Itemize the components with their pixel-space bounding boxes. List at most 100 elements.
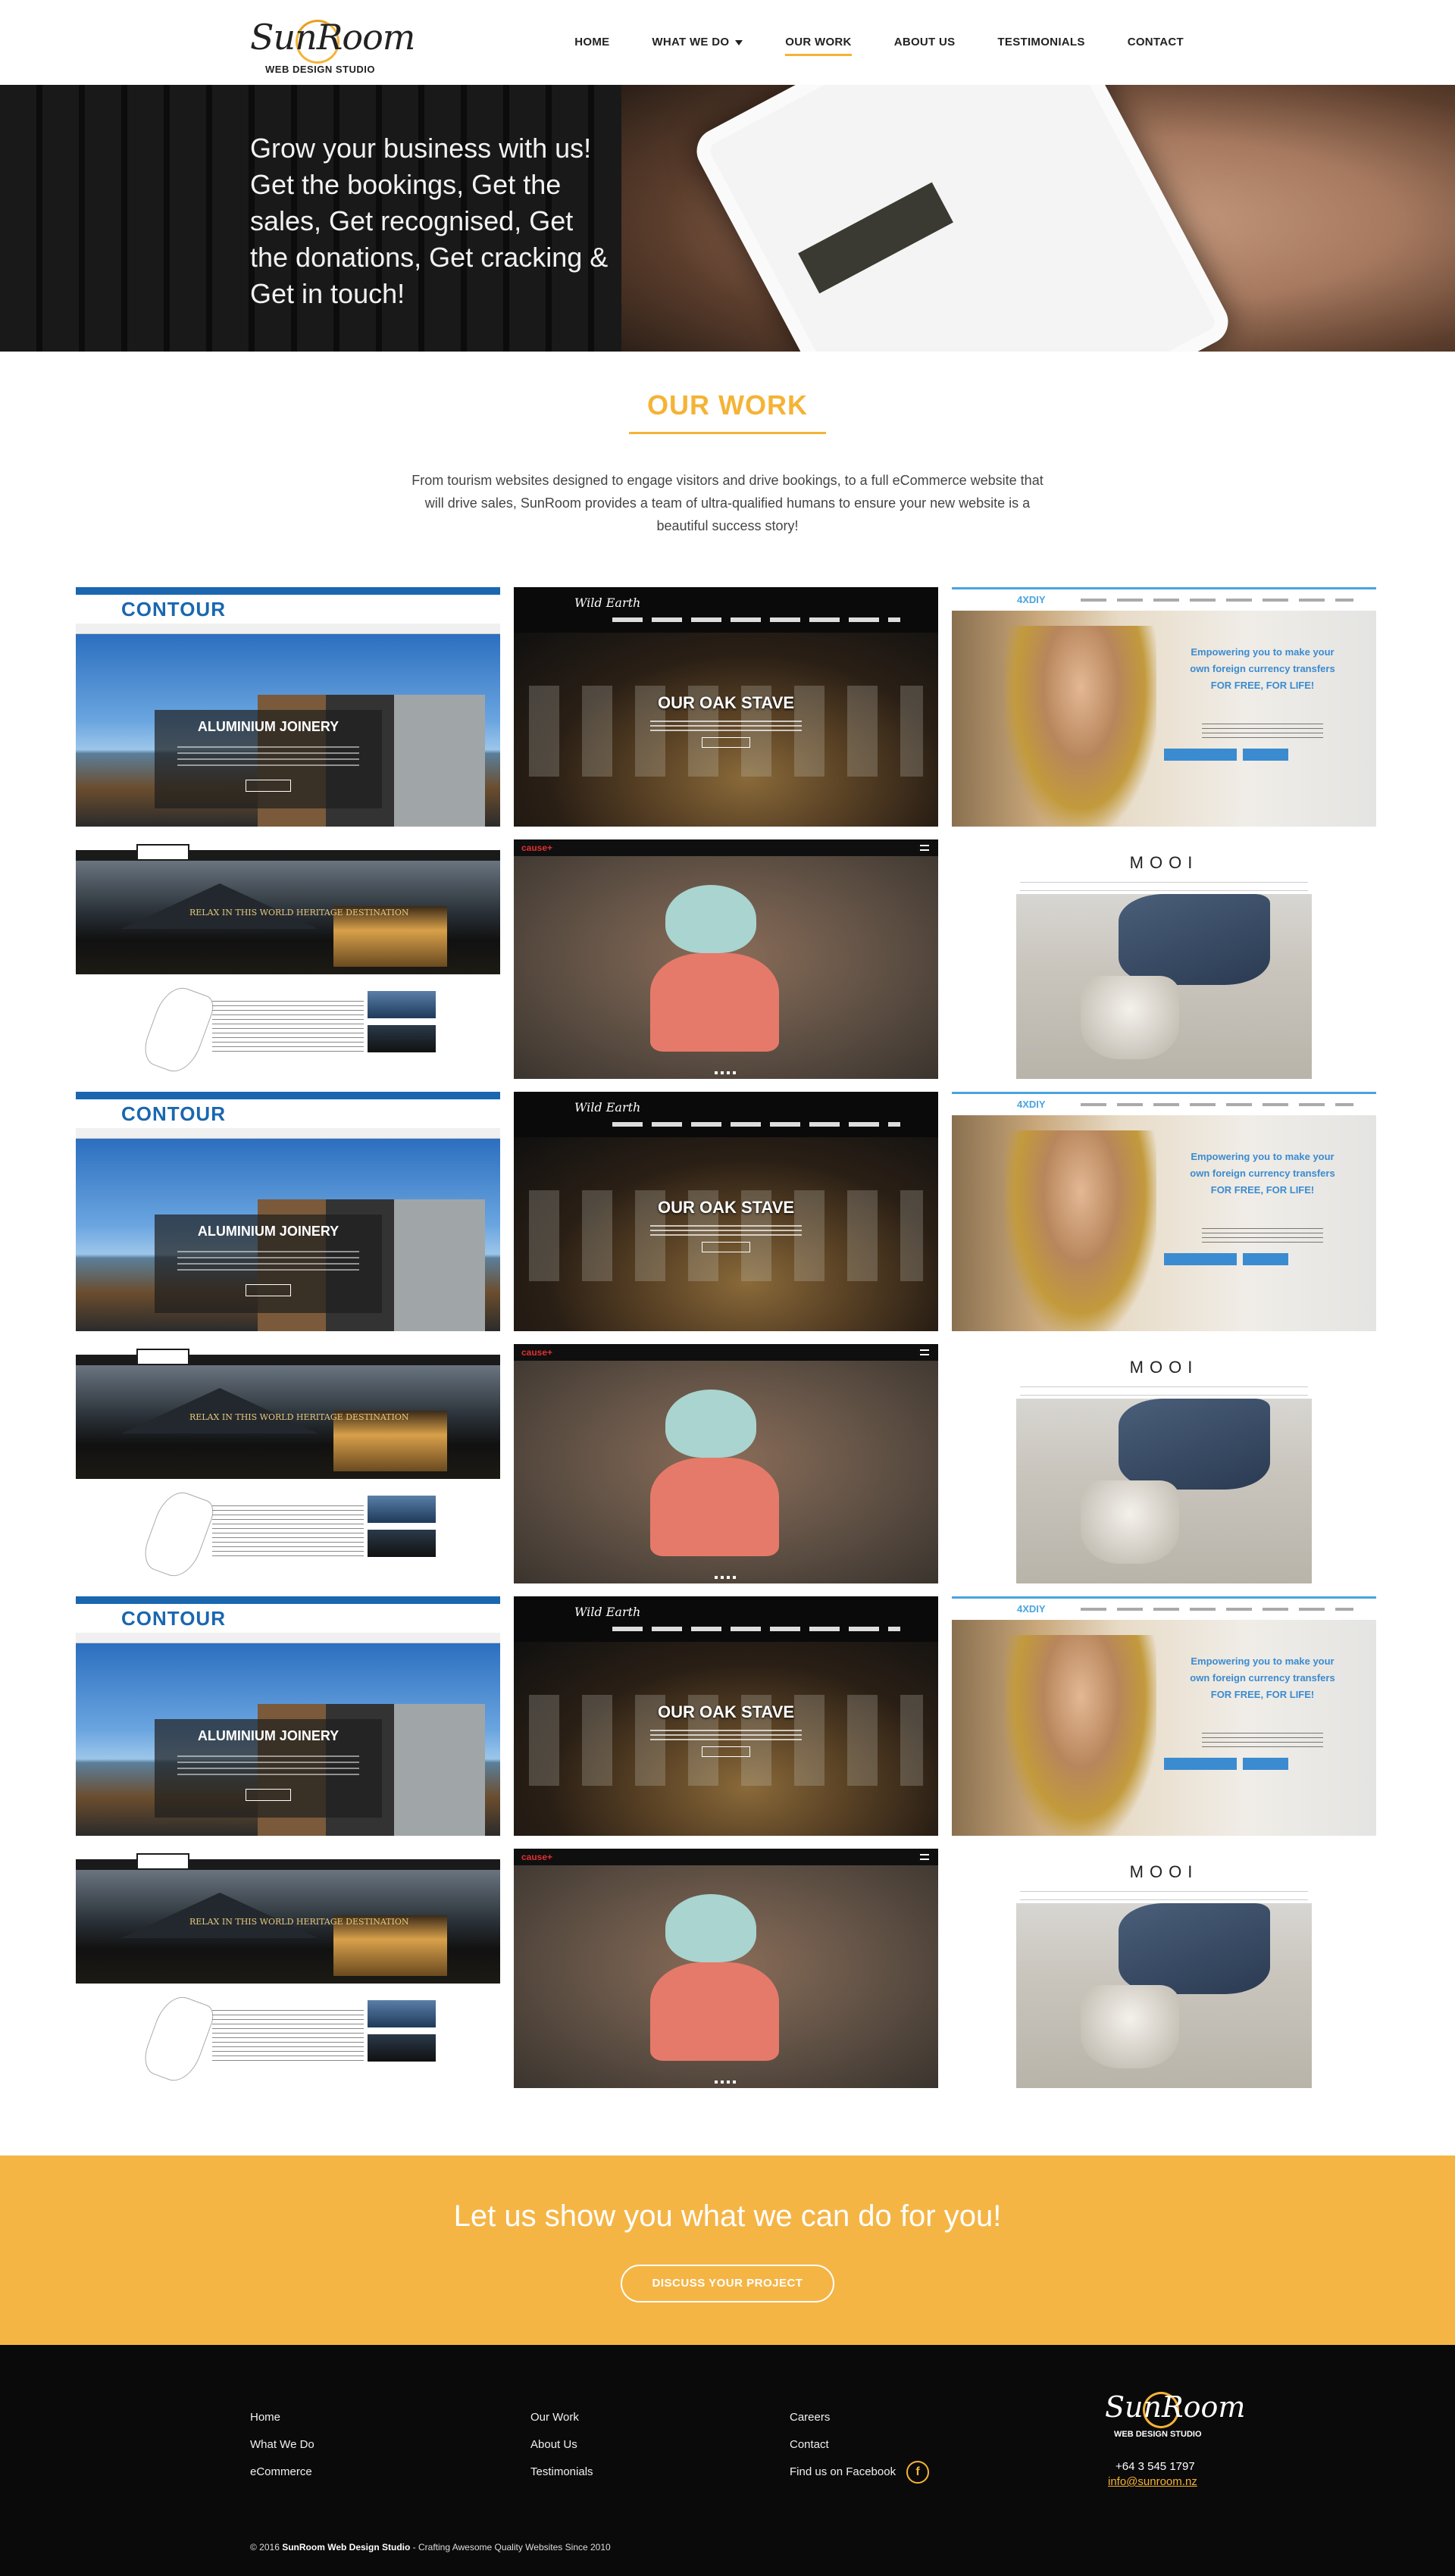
menu-icon: [920, 1349, 929, 1355]
portfolio-item-contour[interactable]: CONTOUR ALUMINIUM JOINERY: [76, 587, 500, 827]
wild-overlay-title: OUR OAK STAVE: [657, 1702, 795, 1721]
diy-button-2: [1243, 1253, 1288, 1265]
wild-menu: [612, 1627, 900, 1631]
diy-button-2: [1243, 749, 1288, 761]
portfolio-item-wild-earth[interactable]: Wild Earth OUR OAK STAVE: [514, 1092, 938, 1331]
wild-menu: [612, 1122, 900, 1127]
nav-home[interactable]: HOME: [553, 35, 630, 56]
footer-link-what-we-do[interactable]: What We Do: [250, 2431, 314, 2459]
copyright-brand: SunRoom Web Design Studio: [282, 2542, 411, 2553]
cause-helmet: [665, 885, 756, 953]
contour-topbar: [76, 587, 500, 595]
portfolio-item-contour[interactable]: CONTOUR ALUMINIUM JOINERY: [76, 1092, 500, 1331]
milford-mountain: [121, 1893, 318, 1938]
wild-header: [514, 587, 938, 633]
diy-button-1: [1164, 749, 1237, 761]
contour-overlay-title: ALUMINIUM JOINERY: [197, 719, 340, 734]
nav-contact[interactable]: CONTACT: [1106, 35, 1205, 56]
slider-dots: [715, 1576, 737, 1579]
milford-thumb-1: [368, 2000, 436, 2027]
cause-helmet: [665, 1894, 756, 1962]
footer-logo[interactable]: SunRoom WEB DESIGN STUDIO: [1099, 2387, 1245, 2451]
mooi-brand: MOOI: [1129, 1358, 1199, 1377]
nav-testimonials[interactable]: TESTIMONIALS: [976, 35, 1106, 56]
footer-link-our-work[interactable]: Our Work: [530, 2404, 593, 2431]
contour-overlay-button: [246, 1789, 291, 1801]
contour-overlay-text: [177, 743, 359, 766]
diy-overlay-text: [1202, 1224, 1323, 1243]
cause-brand: cause+: [521, 1852, 552, 1862]
nav-about-us[interactable]: ABOUT US: [873, 35, 977, 56]
footer-facebook-label: Find us on Facebook: [790, 2465, 896, 2478]
portfolio-item-wild-earth[interactable]: Wild Earth OUR OAK STAVE: [514, 1596, 938, 1836]
portfolio-item-mooi[interactable]: MOOI: [952, 1344, 1376, 1583]
portfolio-item-cause[interactable]: cause+: [514, 1849, 938, 2088]
milford-text: [212, 999, 364, 1052]
nav-what-we-do[interactable]: WHAT WE DO: [630, 35, 764, 56]
contour-brand: CONTOUR: [121, 1102, 226, 1125]
portfolio-item-milford[interactable]: RELAX IN THIS WORLD HERITAGE DESTINATION: [76, 1344, 500, 1583]
footer-link-about-us[interactable]: About Us: [530, 2431, 593, 2459]
diy-brand: 4XDIY: [1017, 1099, 1046, 1110]
logo-wordmark: SunRoom: [250, 17, 415, 58]
footer-link-contact[interactable]: Contact: [790, 2431, 929, 2459]
cause-helmet: [665, 1390, 756, 1458]
milford-photo: [76, 861, 500, 974]
cta-headline: Let us show you what we can do for you!: [453, 2199, 1002, 2233]
menu-icon: [920, 1854, 929, 1860]
mooi-menu: [1020, 1386, 1308, 1396]
sunroom-logo[interactable]: SunRoom WEB DESIGN STUDIO: [250, 13, 415, 80]
milford-logo-badge: [136, 1853, 189, 1870]
cta-banner: Let us show you what we can do for you! …: [0, 2156, 1455, 2345]
cause-jacket: [650, 953, 779, 1052]
milford-text: [212, 1503, 364, 1556]
portfolio-item-4xdiy[interactable]: 4XDIY Empowering you to make your own fo…: [952, 1092, 1376, 1331]
facebook-icon[interactable]: f: [906, 2461, 930, 2484]
portfolio-item-milford[interactable]: RELAX IN THIS WORLD HERITAGE DESTINATION: [76, 839, 500, 1079]
milford-photo: [76, 1870, 500, 1984]
mooi-menu: [1020, 1891, 1308, 1900]
wild-brand: Wild Earth: [574, 1100, 641, 1114]
portfolio-item-cause[interactable]: cause+: [514, 839, 938, 1079]
portfolio-item-cause[interactable]: cause+: [514, 1344, 938, 1583]
portfolio-item-4xdiy[interactable]: 4XDIY Empowering you to make your own fo…: [952, 1596, 1376, 1836]
footer-link-home[interactable]: Home: [250, 2404, 314, 2431]
diy-menu: [1081, 1103, 1353, 1106]
mooi-topbar: [952, 1849, 1376, 1859]
portfolio-item-wild-earth[interactable]: Wild Earth OUR OAK STAVE: [514, 587, 938, 827]
portfolio-item-mooi[interactable]: MOOI: [952, 1849, 1376, 2088]
wild-header: [514, 1596, 938, 1642]
milford-thumb-1: [368, 991, 436, 1018]
footer-phone: +64 3 545 1797: [1116, 2460, 1195, 2473]
portfolio-item-mooi[interactable]: MOOI: [952, 839, 1376, 1079]
portfolio-item-4xdiy[interactable]: 4XDIY Empowering you to make your own fo…: [952, 587, 1376, 827]
diy-overlay-title: Empowering you to make your own foreign …: [1190, 1151, 1335, 1196]
contour-overlay-title: ALUMINIUM JOINERY: [197, 1728, 340, 1743]
portfolio-item-contour[interactable]: CONTOUR ALUMINIUM JOINERY: [76, 1596, 500, 1836]
contour-menu: [76, 624, 500, 634]
contour-overlay: ALUMINIUM JOINERY: [155, 1215, 382, 1313]
footer-link-careers[interactable]: Careers: [790, 2404, 929, 2431]
hero-headline: Grow your business with us! Get the book…: [250, 133, 609, 309]
diy-photo: [952, 611, 1376, 827]
footer-link-ecommerce[interactable]: eCommerce: [250, 2459, 314, 2486]
mooi-brand: MOOI: [1129, 1862, 1199, 1881]
diy-woman: [1005, 626, 1156, 827]
milford-thumb-1: [368, 1496, 436, 1523]
footer-email-link[interactable]: info@sunroom.nz: [1108, 2475, 1197, 2488]
mooi-jeans: [1119, 1399, 1270, 1490]
contour-overlay-text: [177, 1248, 359, 1271]
portfolio-item-milford[interactable]: RELAX IN THIS WORLD HERITAGE DESTINATION: [76, 1849, 500, 2088]
cause-brand-a: cause: [521, 1852, 548, 1862]
diy-overlay-text: [1202, 1729, 1323, 1747]
milford-mountain: [121, 883, 318, 929]
footer-copyright: © 2016 SunRoom Web Design Studio - Craft…: [250, 2542, 611, 2553]
milford-thumb-2: [368, 1530, 436, 1557]
footer-link-facebook[interactable]: Find us on Facebook f: [790, 2459, 930, 2486]
discuss-project-button[interactable]: DISCUSS YOUR PROJECT: [621, 2265, 834, 2302]
main-nav: HOME WHAT WE DO OUR WORK ABOUT US TESTIM…: [553, 35, 1205, 56]
slider-dots: [715, 1071, 737, 1074]
footer-link-testimonials[interactable]: Testimonials: [530, 2459, 593, 2486]
nav-our-work[interactable]: OUR WORK: [764, 35, 872, 56]
cause-brand: cause+: [521, 1347, 552, 1358]
